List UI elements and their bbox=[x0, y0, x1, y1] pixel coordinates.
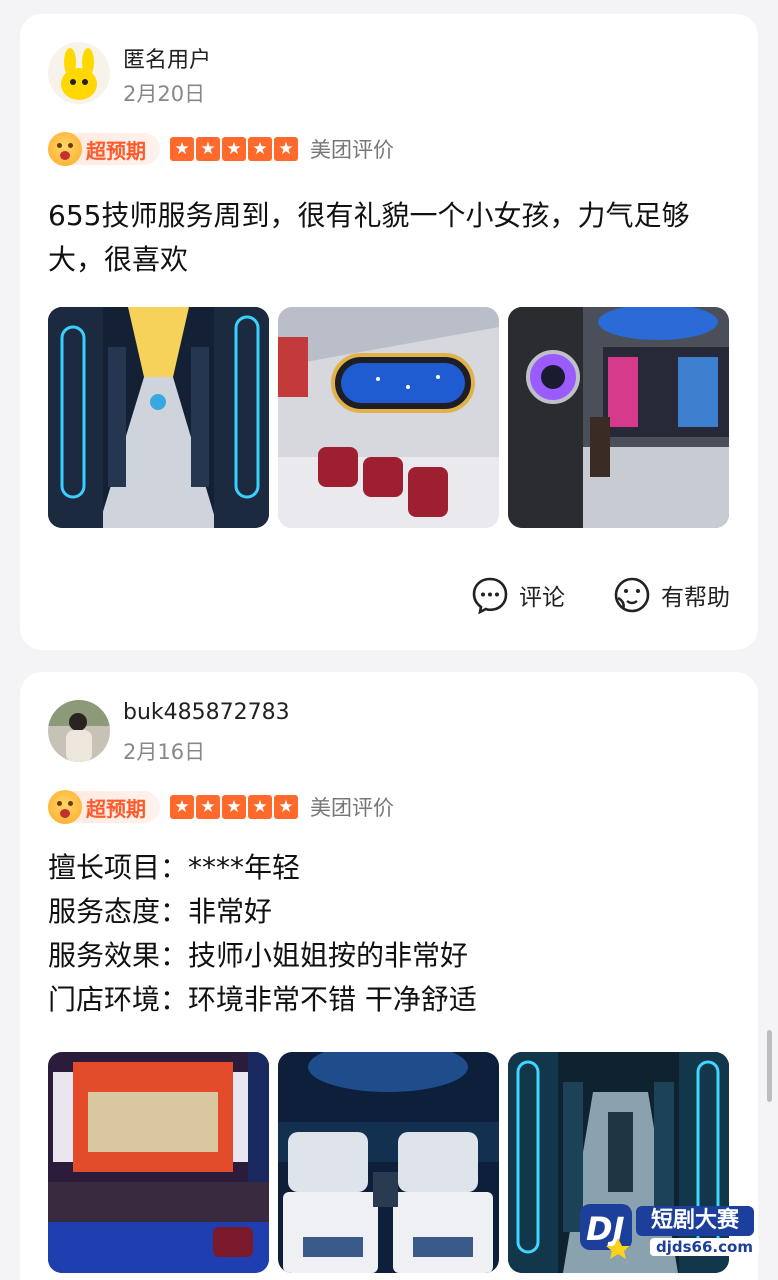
review-line: 服务态度：非常好 bbox=[48, 895, 273, 928]
star-icon: ★ bbox=[222, 795, 246, 819]
review-text[interactable]: 擅长项目：****年轻 服务态度：非常好 服务效果：技师小姐姐按的非常好 门店环… bbox=[48, 846, 738, 1022]
helpful-label: 有帮助 bbox=[661, 585, 730, 611]
review-card: 匿名用户 2月20日 超预期 ★ ★ ★ ★ ★ 美团评价 655技师服务周到，… bbox=[20, 14, 758, 650]
scrollbar[interactable] bbox=[767, 1030, 772, 1102]
helpful-button[interactable]: 有帮助 bbox=[613, 576, 730, 614]
review-text[interactable]: 655技师服务周到，很有礼貌一个小女孩，力气足够 大，很喜欢 bbox=[48, 194, 738, 282]
watermark-logo: DJ 短剧大赛 djds66.com bbox=[580, 1198, 759, 1260]
avatar[interactable] bbox=[48, 42, 110, 104]
avatar[interactable] bbox=[48, 700, 110, 762]
star-rating: ★ ★ ★ ★ ★ bbox=[170, 795, 300, 819]
star-rating: ★ ★ ★ ★ ★ bbox=[170, 137, 300, 161]
review-line: 服务效果：技师小姐姐按的非常好 bbox=[48, 939, 469, 972]
exceed-expectation-badge: 超预期 bbox=[48, 132, 160, 166]
rating-row: 超预期 ★ ★ ★ ★ ★ 美团评价 bbox=[48, 790, 394, 824]
star-icon: ★ bbox=[196, 795, 220, 819]
star-icon: ★ bbox=[274, 137, 298, 161]
star-icon: ★ bbox=[274, 795, 298, 819]
star-icon: ★ bbox=[170, 137, 194, 161]
star-icon: ★ bbox=[248, 795, 272, 819]
review-date: 2月16日 bbox=[123, 740, 206, 764]
review-date: 2月20日 bbox=[123, 82, 206, 106]
surprised-face-icon bbox=[48, 132, 82, 166]
review-line: 大，很喜欢 bbox=[48, 243, 189, 276]
exceed-expectation-badge: 超预期 bbox=[48, 790, 160, 824]
review-photo-lobby[interactable] bbox=[508, 307, 729, 528]
comment-button[interactable]: 评论 bbox=[471, 576, 565, 614]
star-icon: ★ bbox=[170, 795, 194, 819]
watermark-brand: 短剧大赛 bbox=[650, 1208, 739, 1233]
username[interactable]: 匿名用户 bbox=[123, 42, 211, 74]
helpful-face-icon bbox=[614, 577, 650, 613]
review-source: 美团评价 bbox=[310, 138, 394, 162]
watermark-brand-box: 短剧大赛 bbox=[636, 1206, 754, 1236]
review-line: 655技师服务周到，很有礼貌一个小女孩，力气足够 bbox=[48, 199, 690, 232]
review-line: 门店环境：环境非常不错 干净舒适 bbox=[48, 983, 477, 1016]
comment-label: 评论 bbox=[519, 585, 565, 611]
star-icon: ★ bbox=[196, 137, 220, 161]
review-photo-lounge[interactable] bbox=[278, 307, 499, 528]
watermark-url: djds66.com bbox=[650, 1238, 759, 1256]
review-line: 擅长项目：****年轻 bbox=[48, 851, 301, 884]
star-icon: ★ bbox=[222, 137, 246, 161]
surprised-face-icon bbox=[48, 790, 82, 824]
review-photo-corridor[interactable] bbox=[48, 307, 269, 528]
photo-avatar-icon bbox=[48, 700, 110, 762]
rating-row: 超预期 ★ ★ ★ ★ ★ 美团评价 bbox=[48, 132, 394, 166]
action-bar: 评论 有帮助 bbox=[423, 576, 730, 614]
review-photo-massage-beds[interactable] bbox=[278, 1052, 499, 1273]
review-photo-reception[interactable] bbox=[48, 1052, 269, 1273]
comment-icon bbox=[472, 577, 508, 614]
badge-label: 超预期 bbox=[86, 796, 146, 821]
review-source: 美团评价 bbox=[310, 796, 394, 820]
photo-gallery bbox=[48, 307, 738, 528]
badge-label: 超预期 bbox=[86, 138, 146, 163]
username[interactable]: buk485872783 bbox=[123, 700, 290, 725]
star-icon: ★ bbox=[248, 137, 272, 161]
review-card: buk485872783 2月16日 超预期 ★ ★ ★ ★ ★ 美团评价 擅长… bbox=[20, 672, 758, 1280]
bunny-avatar-icon bbox=[48, 42, 110, 104]
